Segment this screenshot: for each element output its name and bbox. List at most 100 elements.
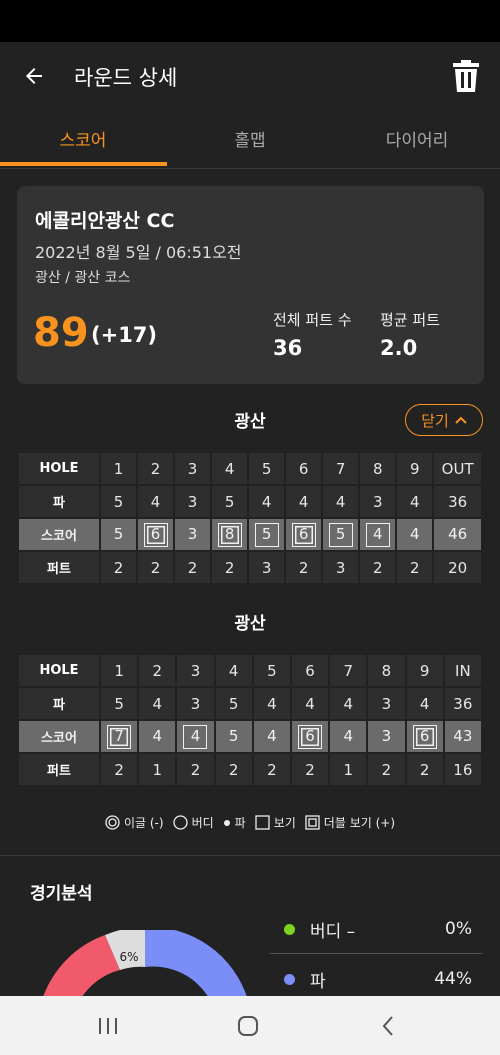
stat-par-pct: 44%: [434, 969, 472, 989]
home-button[interactable]: [218, 1006, 278, 1046]
donut-label: 6%: [119, 950, 138, 964]
putt-row: 퍼트 2 2 2 2 3 2 3 2 2 20: [19, 552, 481, 583]
hole-cell: 3: [175, 453, 211, 484]
hole-cell: 9: [397, 453, 433, 484]
delete-button[interactable]: [446, 54, 486, 98]
score-value: 3: [187, 525, 198, 543]
par-cell: 4: [286, 486, 322, 517]
score-cell: 4: [330, 721, 367, 752]
hole-cell: 4: [212, 453, 248, 484]
system-back-button[interactable]: [358, 1006, 418, 1046]
legend-double-bogey: 더블 보기 (+): [305, 814, 395, 831]
hole-cell: 6: [291, 655, 329, 686]
putt-cell: 2: [360, 552, 396, 583]
tab-diary[interactable]: 다이어리: [334, 110, 500, 167]
score-value: 43: [453, 727, 473, 745]
putt-row: 퍼트 2 1 2 2 2 2 1 2 2 16: [19, 754, 481, 785]
collapse-label: 닫기: [421, 411, 449, 430]
hole-cell: 8: [368, 655, 405, 686]
trash-icon: [453, 60, 479, 92]
score-value: 46: [448, 525, 468, 543]
bogey-score-value: 5: [254, 522, 279, 547]
course-name: 에콜리안광산 CC: [35, 210, 175, 232]
back-nine-table: HOLE 1 2 3 4 5 6 7 8 9 IN 파 5 4 3 5 4 4 4 3 4 36 스코어 7 4 4 5 4 6 4 3 6 4…: [17, 653, 483, 787]
par-cell: 4: [253, 688, 290, 719]
putt-cell: 2: [212, 552, 248, 583]
hole-row: HOLE 1 2 3 4 5 6 7 8 9 OUT: [19, 453, 481, 484]
recent-apps-button[interactable]: [78, 1006, 138, 1046]
double-bogey-score-value: 6: [291, 522, 316, 547]
square-icon: [255, 815, 270, 830]
par-cell: 5: [101, 486, 137, 517]
hole-cell: 5: [249, 453, 285, 484]
score-legend: 이글 (-) 버디 파 보기 더블 보기 (+): [0, 814, 500, 831]
circle-icon: [172, 815, 188, 830]
par-dot-icon: [284, 973, 295, 985]
score-cell: 6: [406, 721, 443, 752]
stat-par-label: 파: [310, 971, 326, 992]
putt-row-header: 퍼트: [19, 754, 99, 785]
avg-putt-label: 평균 퍼트: [380, 311, 440, 329]
stat-birdie-pct: 0%: [445, 919, 472, 939]
score-cell: 6: [138, 519, 174, 550]
score-row-header: 스코어: [19, 519, 99, 550]
front-nine-table: HOLE 1 2 3 4 5 6 7 8 9 OUT 파 5 4 3 5 4 4 4 3 4 36 스코어 5 6 3 8 5 6 5 4 4…: [17, 451, 483, 585]
total-score: 89: [33, 310, 89, 356]
app-bar: 라운드 상세: [0, 42, 500, 110]
score-cell: 8: [212, 519, 248, 550]
collapse-button[interactable]: 닫기: [405, 404, 483, 436]
par-cell: 4: [291, 688, 329, 719]
score-cell: 4: [397, 519, 433, 550]
par-cell: 4: [139, 688, 176, 719]
total-putts-label: 전체 퍼트 수: [273, 311, 352, 329]
tab-score[interactable]: 스코어: [0, 110, 166, 167]
hole-cell: 2: [138, 453, 174, 484]
score-cell: 46: [434, 519, 481, 550]
bogey-score-value: 4: [365, 522, 390, 547]
putt-cell: 2: [253, 754, 290, 785]
putt-cell: 2: [138, 552, 174, 583]
score-cell: 3: [175, 519, 211, 550]
legend-bogey: 보기: [255, 814, 296, 831]
par-cell: 4: [138, 486, 174, 517]
back-button[interactable]: [14, 56, 54, 96]
score-value: 5: [113, 525, 124, 543]
hole-cell: 7: [323, 453, 359, 484]
putt-cell: 16: [444, 754, 481, 785]
course-subtitle: 광산 / 광산 코스: [35, 270, 131, 286]
hole-row: HOLE 1 2 3 4 5 6 7 8 9 IN: [19, 655, 481, 686]
score-cell: 6: [291, 721, 329, 752]
double-square-icon: [305, 815, 320, 830]
double-bogey-score-value: 6: [298, 724, 323, 749]
score-cell: 4: [253, 721, 290, 752]
putt-cell: 2: [101, 552, 137, 583]
score-cell: 7: [101, 721, 138, 752]
score-row: 스코어 5 6 3 8 5 6 5 4 4 46: [19, 519, 481, 550]
hole-cell: IN: [444, 655, 481, 686]
over-par: (+17): [91, 323, 158, 347]
tab-bar: 스코어 홀맵 다이어리: [0, 110, 500, 169]
par-cell: 4: [323, 486, 359, 517]
hole-row-header: HOLE: [19, 453, 99, 484]
putt-cell: 3: [249, 552, 285, 583]
par-cell: 4: [406, 688, 443, 719]
score-value: 4: [409, 525, 420, 543]
hole-cell: 2: [139, 655, 176, 686]
round-date: 2022년 8월 5일 / 06:51오전: [35, 243, 242, 262]
double-bogey-score-value: 8: [217, 522, 242, 547]
par-cell: 36: [444, 688, 481, 719]
putt-cell: 2: [215, 754, 252, 785]
score-cell: 5: [101, 519, 137, 550]
stat-row-birdie: 버디 – 0%: [270, 907, 482, 951]
score-cell: 4: [139, 721, 176, 752]
recent-apps-icon: [99, 1018, 117, 1034]
hole-cell: 7: [330, 655, 367, 686]
divider: [0, 855, 500, 856]
back-nine-title: 광산: [234, 614, 266, 634]
chevron-left-icon: [382, 1016, 393, 1036]
score-cell: 5: [323, 519, 359, 550]
score-cell: 4: [177, 721, 214, 752]
score-value: 4: [343, 727, 353, 745]
tab-hole-map[interactable]: 홀맵: [167, 110, 333, 167]
bogey-score-value: 4: [183, 724, 208, 749]
